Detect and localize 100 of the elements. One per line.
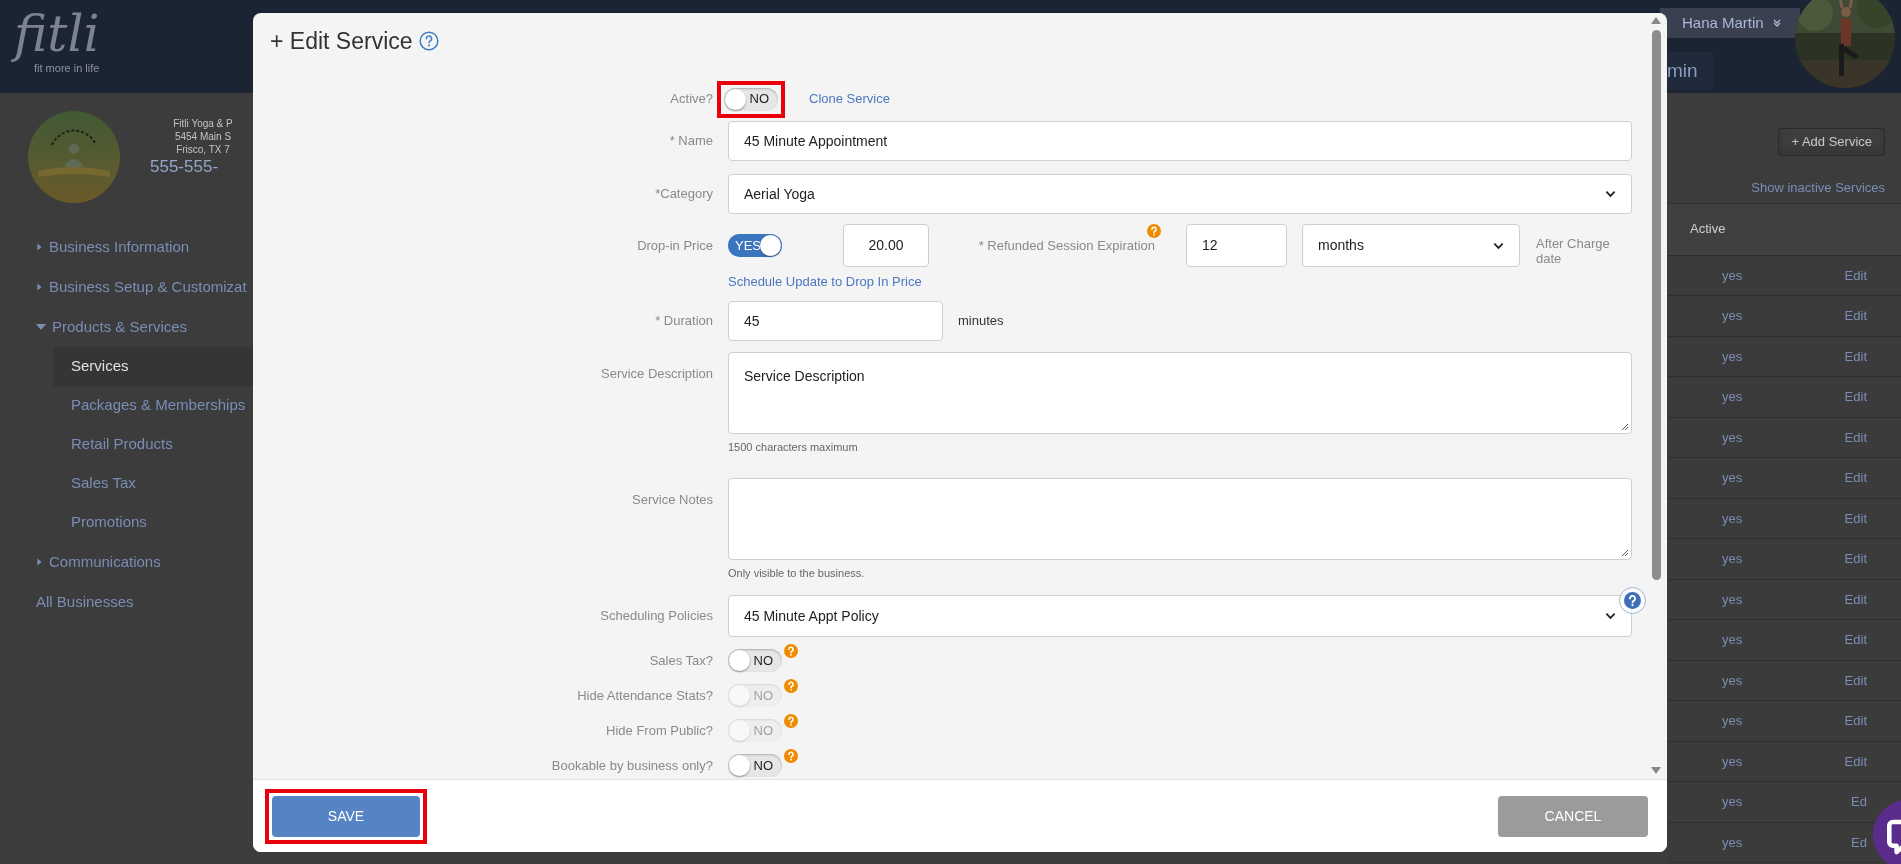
clone-service-link[interactable]: Clone Service bbox=[809, 89, 890, 109]
edit-link[interactable]: Edit bbox=[1844, 670, 1867, 690]
field-label: * Duration bbox=[654, 312, 714, 331]
edit-link[interactable]: Edit bbox=[1844, 589, 1867, 609]
price-field[interactable]: 20.00 bbox=[843, 224, 929, 267]
unit-select[interactable]: months bbox=[1302, 224, 1520, 267]
sidebar-item[interactable]: Business Setup & Customizat bbox=[49, 275, 247, 299]
table-cell-text: yes bbox=[1722, 631, 1743, 649]
field-hint: Only visible to the business. bbox=[728, 565, 866, 581]
save-button[interactable]: SAVE bbox=[272, 795, 420, 837]
business-phone: 555-555- bbox=[150, 156, 219, 178]
help-button[interactable] bbox=[1619, 587, 1646, 614]
table-cell-text: yes bbox=[1722, 428, 1743, 447]
edit-link[interactable]: Edit bbox=[1844, 306, 1867, 326]
edit-link[interactable]: Edit bbox=[1844, 265, 1867, 285]
duration-field[interactable]: 45 bbox=[728, 301, 943, 341]
sidebar-subitem[interactable]: Packages & Memberships bbox=[53, 386, 253, 425]
unit-label: minutes bbox=[958, 312, 1004, 331]
business-address-line: Frisco, TX 7 bbox=[176, 143, 230, 156]
description-field[interactable]: Service Description bbox=[728, 352, 1632, 434]
help-icon[interactable] bbox=[1147, 223, 1161, 238]
scroll-up-icon[interactable] bbox=[1651, 17, 1661, 24]
notes-field[interactable] bbox=[728, 477, 1632, 560]
edit-link[interactable]: Edit bbox=[1844, 468, 1867, 488]
help-icon[interactable] bbox=[418, 31, 439, 51]
sidebar-subitem[interactable]: Services bbox=[53, 347, 253, 386]
table-cell-text: yes bbox=[1722, 469, 1743, 487]
help-icon[interactable] bbox=[784, 644, 798, 658]
toggle-switch[interactable]: NO bbox=[728, 754, 782, 777]
sidebar-item[interactable]: Business Information bbox=[49, 235, 190, 259]
dialog-title: + Edit Service bbox=[270, 26, 413, 56]
table-cell-text: yes bbox=[1722, 752, 1743, 771]
field-label: * Name bbox=[668, 132, 714, 151]
help-icon[interactable] bbox=[784, 714, 798, 728]
edit-link[interactable]: Edit bbox=[1844, 549, 1867, 569]
field-label: Drop-in Price bbox=[636, 236, 714, 255]
table-cell-text: yes bbox=[1722, 712, 1743, 730]
business-address-line: Fitli Yoga & P bbox=[173, 117, 233, 130]
field-label: Active? bbox=[669, 90, 714, 109]
field-hint: 1500 characters maximum bbox=[728, 440, 859, 455]
field-label: *Category bbox=[654, 185, 714, 204]
table-cell-text: yes bbox=[1722, 793, 1743, 811]
field-label: Hide Attendance Stats? bbox=[576, 686, 714, 705]
sidebar-item[interactable]: Communications bbox=[49, 550, 161, 574]
resize-handle-icon[interactable] bbox=[1621, 423, 1629, 431]
edit-link[interactable]: Ed bbox=[1851, 832, 1867, 852]
column-header: Active bbox=[1690, 220, 1726, 239]
edit-link[interactable]: Edit bbox=[1844, 630, 1867, 650]
nav-tab[interactable]: min bbox=[1667, 52, 1713, 90]
resize-handle-icon[interactable] bbox=[1621, 548, 1629, 557]
edit-link[interactable]: Edit bbox=[1844, 346, 1867, 366]
add-service-button[interactable]: + Add Service bbox=[1778, 128, 1885, 156]
table-cell-text: yes bbox=[1722, 307, 1743, 325]
table-cell-text: yes bbox=[1722, 590, 1743, 609]
logo-tagline: fit more in life bbox=[34, 62, 100, 74]
category-select[interactable]: Aerial Yoga bbox=[728, 174, 1632, 214]
business-address-line: 5454 Main S bbox=[174, 130, 232, 143]
edit-link[interactable]: Edit bbox=[1844, 751, 1867, 771]
help-icon[interactable] bbox=[1624, 592, 1641, 609]
table-cell-text: yes bbox=[1722, 388, 1743, 406]
table-cell-text: yes bbox=[1722, 671, 1743, 690]
toggle-switch[interactable]: NO bbox=[724, 87, 778, 111]
field-label: Hide From Public? bbox=[605, 721, 714, 740]
sidebar-item[interactable]: All Businesses bbox=[36, 590, 134, 614]
edit-link[interactable]: Edit bbox=[1844, 711, 1867, 731]
cancel-button[interactable]: CANCEL bbox=[1498, 795, 1648, 837]
help-icon[interactable] bbox=[784, 749, 798, 763]
field-label: Service Notes bbox=[631, 490, 714, 509]
schedule-update-link[interactable]: Schedule Update to Drop In Price bbox=[728, 272, 922, 292]
edit-link[interactable]: Edit bbox=[1844, 387, 1867, 407]
chevron-icon bbox=[1771, 18, 1782, 28]
user-menu[interactable]: Hana Martin bbox=[1660, 8, 1800, 38]
table-cell-text: yes bbox=[1722, 833, 1743, 852]
toggle-switch[interactable]: NO bbox=[728, 649, 782, 672]
edit-link[interactable]: Ed bbox=[1851, 792, 1867, 812]
field-note: After Charge date bbox=[1536, 235, 1611, 266]
sidebar-item[interactable]: Products & Services bbox=[52, 315, 188, 339]
chevron-down-icon bbox=[1605, 190, 1616, 198]
expiration-field[interactable]: 12 bbox=[1186, 224, 1287, 267]
field-label: Scheduling Policies bbox=[599, 607, 714, 626]
sidebar-subitem[interactable]: Sales Tax bbox=[53, 464, 253, 503]
scroll-down-icon[interactable] bbox=[1651, 767, 1661, 774]
policy-select[interactable]: 45 Minute Appt Policy bbox=[728, 595, 1632, 637]
table-cell-text: yes bbox=[1722, 509, 1743, 528]
field-label: Bookable by business only? bbox=[550, 756, 714, 775]
sidebar-subitem[interactable]: Retail Products bbox=[53, 425, 253, 464]
table-cell-text: yes bbox=[1722, 347, 1743, 366]
field-label: * Refunded Session Expiration bbox=[978, 236, 1155, 255]
table-cell-text: yes bbox=[1722, 266, 1743, 285]
sidebar-subitem[interactable]: Promotions bbox=[53, 503, 253, 542]
chevron-down-icon bbox=[1605, 612, 1616, 620]
name-field[interactable]: 45 Minute Appointment bbox=[728, 121, 1632, 161]
scrollbar-thumb[interactable] bbox=[1651, 30, 1661, 580]
chevron-down-icon bbox=[1493, 241, 1504, 250]
help-icon[interactable] bbox=[784, 679, 798, 693]
field-label: Service Description bbox=[600, 365, 714, 383]
table-cell-text: yes bbox=[1722, 550, 1743, 568]
edit-link[interactable]: Edit bbox=[1844, 427, 1867, 447]
toggle-switch[interactable]: YES bbox=[728, 234, 782, 257]
edit-link[interactable]: Edit bbox=[1844, 508, 1867, 528]
